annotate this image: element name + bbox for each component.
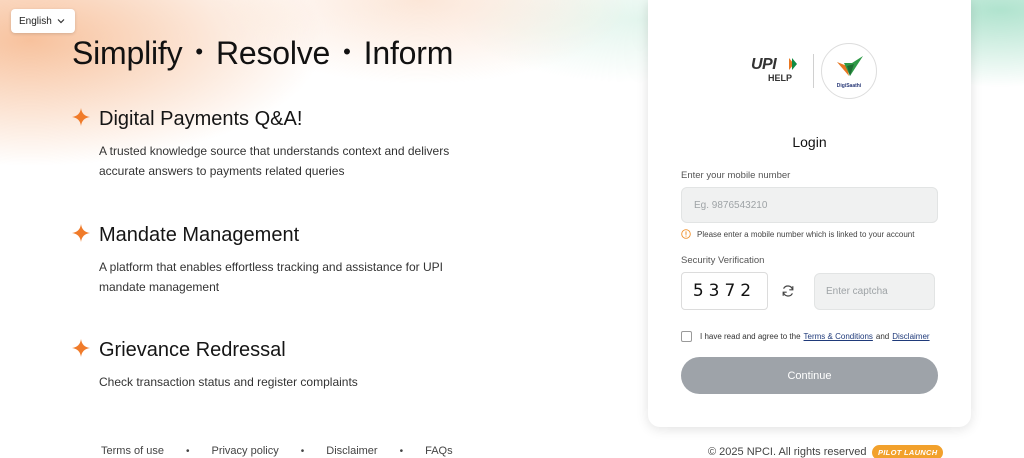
mobile-hint-text: Please enter a mobile number which is li… xyxy=(697,229,915,239)
feature-description: A platform that enables effortless track… xyxy=(99,260,443,294)
footer-link-privacy[interactable]: Privacy policy xyxy=(211,445,278,457)
info-icon xyxy=(681,229,691,239)
login-title: Login xyxy=(792,134,827,150)
digisaathi-logo: DigiSaathi xyxy=(821,43,877,99)
terms-conditions-link[interactable]: Terms & Conditions xyxy=(804,332,873,341)
mobile-number-input[interactable] xyxy=(681,187,938,223)
footer-separator: • xyxy=(300,445,305,457)
terms-checkbox[interactable] xyxy=(681,331,692,342)
hero-word-inform: Inform xyxy=(363,35,454,71)
captcha-image: 5372 xyxy=(681,272,768,310)
continue-button[interactable]: Continue xyxy=(681,357,938,394)
language-selected: English xyxy=(19,15,52,27)
captcha-input[interactable] xyxy=(814,273,935,310)
pilot-launch-badge: PILOT LAUNCH xyxy=(872,445,944,458)
footer-separator: • xyxy=(185,445,190,457)
sparkle-icon xyxy=(72,224,90,242)
hero-headline: Simplify • Resolve • Inform xyxy=(72,35,453,72)
footer-separator: • xyxy=(399,445,404,457)
digisaathi-check-icon xyxy=(837,56,863,76)
hero-word-simplify: Simplify xyxy=(72,35,183,71)
brand-logos: UPI HELP DigiSaathi xyxy=(648,42,971,100)
feature-title: Mandate Management xyxy=(99,224,300,246)
language-dropdown[interactable]: English xyxy=(11,9,75,33)
agree-and: and xyxy=(875,332,890,341)
footer-link-faqs[interactable]: FAQs xyxy=(425,445,453,457)
logo-divider xyxy=(813,54,814,88)
feature-description: A trusted knowledge source that understa… xyxy=(99,144,450,178)
feature-title: Digital Payments Q&A! xyxy=(99,108,303,130)
security-label: Security Verification xyxy=(681,255,765,266)
disclaimer-link[interactable]: Disclaimer xyxy=(892,332,929,341)
mobile-hint: Please enter a mobile number which is li… xyxy=(681,229,914,239)
hero-word-resolve: Resolve xyxy=(215,35,331,71)
agree-prefix: I have read and agree to the xyxy=(700,332,801,341)
upi-logo-text: UPI xyxy=(751,56,777,73)
copyright-text: © 2025 NPCI. All rights reserved xyxy=(708,446,867,458)
footer-links: Terms of use • Privacy policy • Disclaim… xyxy=(101,445,453,457)
upi-arrow-icon xyxy=(789,58,797,70)
upi-help-text: HELP xyxy=(768,73,793,83)
chevron-down-icon xyxy=(57,19,65,24)
refresh-captcha-icon[interactable] xyxy=(781,284,795,298)
hero-separator: • xyxy=(343,39,351,64)
feature-title: Grievance Redressal xyxy=(99,339,286,361)
footer-link-disclaimer[interactable]: Disclaimer xyxy=(326,445,377,457)
mobile-label: Enter your mobile number xyxy=(681,170,791,181)
sparkle-icon xyxy=(72,108,90,126)
sparkle-icon xyxy=(72,339,90,357)
upi-help-logo: UPI HELP xyxy=(751,56,797,84)
login-card: UPI HELP DigiSaathi Login Enter your mob… xyxy=(648,0,971,427)
footer-link-terms[interactable]: Terms of use xyxy=(101,445,164,457)
feature-description: Check transaction status and register co… xyxy=(99,375,358,389)
terms-agreement: I have read and agree to the Terms & Con… xyxy=(681,331,933,342)
digisaathi-logo-text: DigiSaathi xyxy=(836,83,862,89)
hero-separator: • xyxy=(195,39,203,64)
